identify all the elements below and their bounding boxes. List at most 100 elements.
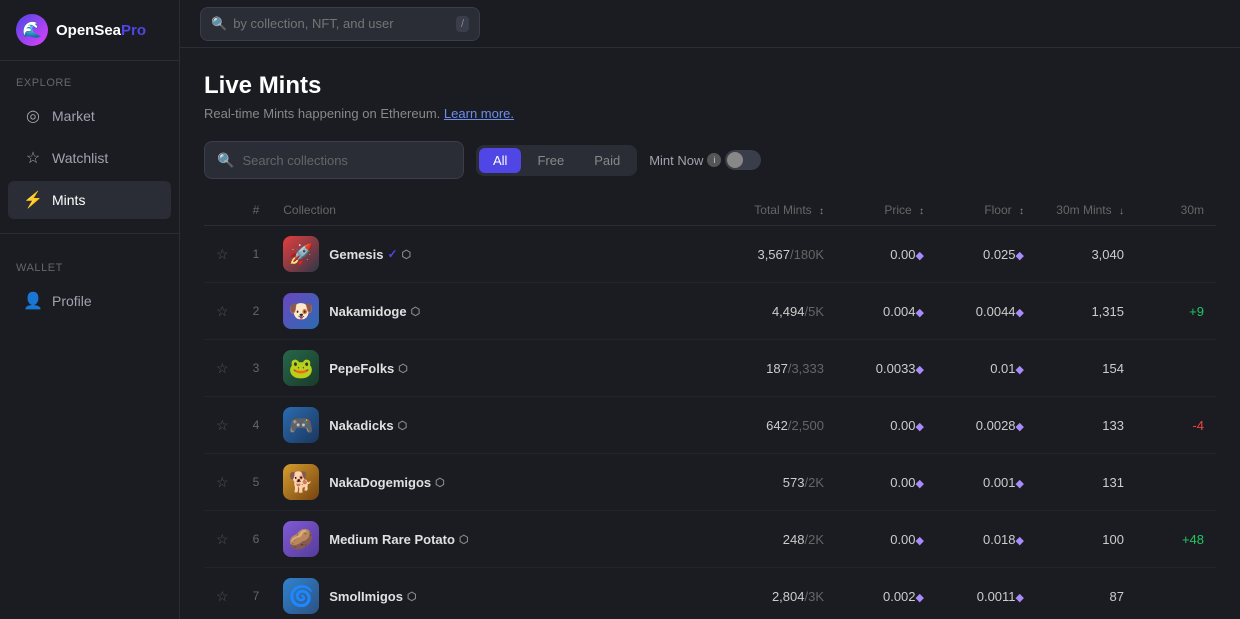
search-collections-input[interactable] xyxy=(242,153,451,168)
collection-thumb: 🥔 xyxy=(283,521,319,557)
mints-icon: ⚡ xyxy=(24,191,42,209)
logo[interactable]: 🌊 OpenSeaPro xyxy=(0,0,179,61)
collection-name[interactable]: NakaDogemigos ⬡ xyxy=(329,475,444,490)
learn-more-link[interactable]: Learn more. xyxy=(444,106,514,121)
topbar-search-box[interactable]: 🔍 / xyxy=(200,7,480,41)
mints-table-container: # Collection Total Mints ↕ Price ↕ xyxy=(204,195,1216,619)
sidebar-item-profile[interactable]: 👤 Profile xyxy=(8,282,171,320)
collection-cell: 🐶 Nakamidoge ⬡ xyxy=(271,283,706,340)
floor-cell: 0.018◆ xyxy=(936,511,1036,568)
table-row: ☆ 6 🥔 Medium Rare Potato ⬡ 248/2K 0.00◆ … xyxy=(204,511,1216,568)
table-row: ☆ 4 🎮 Nakadicks ⬡ 642/2,500 0.00◆ 0.0028… xyxy=(204,397,1216,454)
rank-cell: 2 xyxy=(241,283,272,340)
content-area: Live Mints Real-time Mints happening on … xyxy=(180,48,1240,619)
filter-tab-paid[interactable]: Paid xyxy=(580,148,634,173)
page-subtitle-text: Real-time Mints happening on Ethereum. xyxy=(204,106,440,121)
collection-name[interactable]: SmolImigos ⬡ xyxy=(329,589,416,604)
sidebar-item-watchlist[interactable]: ☆ Watchlist xyxy=(8,139,171,177)
collection-thumb: 🎮 xyxy=(283,407,319,443)
star-icon[interactable]: ☆ xyxy=(216,417,229,433)
collection-name[interactable]: Medium Rare Potato ⬡ xyxy=(329,532,468,547)
star-icon[interactable]: ☆ xyxy=(216,588,229,604)
sidebar-item-market[interactable]: ◎ Market xyxy=(8,97,171,135)
30m-mints-cell: 100 xyxy=(1036,511,1136,568)
floor-cell: 0.0011◆ xyxy=(936,568,1036,619)
filter-tab-free[interactable]: Free xyxy=(523,148,578,173)
rank-cell: 6 xyxy=(241,511,272,568)
page-subtitle: Real-time Mints happening on Ethereum. L… xyxy=(204,106,1216,121)
col-header-floor-label: Floor xyxy=(984,203,1011,217)
floor-cell: 0.0044◆ xyxy=(936,283,1036,340)
watchlist-icon: ☆ xyxy=(24,149,42,167)
sidebar-item-mints[interactable]: ⚡ Mints xyxy=(8,181,171,219)
col-header-30m-change: 30m xyxy=(1136,195,1216,226)
collection-cell: 🎮 Nakadicks ⬡ xyxy=(271,397,706,454)
rank-cell: 4 xyxy=(241,397,272,454)
col-header-total-mints-label: Total Mints xyxy=(754,203,811,217)
30m-mints-cell: 1,315 xyxy=(1036,283,1136,340)
collection-thumb: 🌀 xyxy=(283,578,319,614)
search-collections-box[interactable]: 🔍 xyxy=(204,141,464,179)
total-mints-cell: 642/2,500 xyxy=(706,397,836,454)
30m-change-cell xyxy=(1136,340,1216,397)
collection-name[interactable]: Gemesis ✓ ⬡ xyxy=(329,247,411,262)
table-row: ☆ 3 🐸 PepeFolks ⬡ 187/3,333 0.0033◆ 0.01… xyxy=(204,340,1216,397)
chain-icon: ⬡ xyxy=(435,476,445,489)
price-cell: 0.002◆ xyxy=(836,568,936,619)
col-header-collection-label: Collection xyxy=(283,203,336,217)
table-row: ☆ 1 🚀 Gemesis ✓ ⬡ 3,567/180K 0.00◆ 0.025… xyxy=(204,226,1216,283)
table-row: ☆ 2 🐶 Nakamidoge ⬡ 4,494/5K 0.004◆ 0.004… xyxy=(204,283,1216,340)
total-mints-cell: 2,804/3K xyxy=(706,568,836,619)
30m-change-cell xyxy=(1136,226,1216,283)
favorite-cell: ☆ xyxy=(204,226,241,283)
favorite-cell: ☆ xyxy=(204,283,241,340)
star-icon[interactable]: ☆ xyxy=(216,474,229,490)
col-header-total-mints[interactable]: Total Mints ↕ xyxy=(706,195,836,226)
mint-now-info-icon[interactable]: i xyxy=(707,153,721,167)
30m-mints-cell: 131 xyxy=(1036,454,1136,511)
chain-icon: ⬡ xyxy=(398,362,408,375)
star-icon[interactable]: ☆ xyxy=(216,246,229,262)
col-header-floor[interactable]: Floor ↕ xyxy=(936,195,1036,226)
star-icon[interactable]: ☆ xyxy=(216,360,229,376)
sidebar-item-label: Watchlist xyxy=(52,150,108,166)
main-area: 🔍 / Live Mints Real-time Mints happening… xyxy=(180,0,1240,619)
collection-thumb: 🚀 xyxy=(283,236,319,272)
total-mints-cell: 573/2K xyxy=(706,454,836,511)
star-icon[interactable]: ☆ xyxy=(216,531,229,547)
total-mints-cell: 187/3,333 xyxy=(706,340,836,397)
30m-mints-cell: 3,040 xyxy=(1036,226,1136,283)
price-cell: 0.0033◆ xyxy=(836,340,936,397)
topbar-search-input[interactable] xyxy=(233,16,450,31)
collection-cell: 🚀 Gemesis ✓ ⬡ xyxy=(271,226,706,283)
star-icon[interactable]: ☆ xyxy=(216,303,229,319)
col-header-30m-mints[interactable]: 30m Mints ↓ xyxy=(1036,195,1136,226)
col-header-rank: # xyxy=(241,195,272,226)
mint-now-toggle[interactable] xyxy=(725,150,761,170)
collection-name[interactable]: PepeFolks ⬡ xyxy=(329,361,408,376)
collection-name[interactable]: Nakadicks ⬡ xyxy=(329,418,407,433)
col-header-collection[interactable]: Collection xyxy=(271,195,706,226)
30m-mints-sort-arrow: ↓ xyxy=(1119,206,1124,217)
filter-tabs: All Free Paid xyxy=(476,145,637,176)
floor-cell: 0.01◆ xyxy=(936,340,1036,397)
collection-name[interactable]: Nakamidoge ⬡ xyxy=(329,304,420,319)
rank-cell: 1 xyxy=(241,226,272,283)
favorite-cell: ☆ xyxy=(204,397,241,454)
price-cell: 0.00◆ xyxy=(836,397,936,454)
total-mints-cell: 4,494/5K xyxy=(706,283,836,340)
30m-change-cell xyxy=(1136,568,1216,619)
collection-cell: 🐸 PepeFolks ⬡ xyxy=(271,340,706,397)
price-sort-arrow: ↕ xyxy=(919,206,924,217)
table-row: ☆ 5 🐕 NakaDogemigos ⬡ 573/2K 0.00◆ 0.001… xyxy=(204,454,1216,511)
sidebar-item-label: Profile xyxy=(52,293,92,309)
total-mints-cell: 248/2K xyxy=(706,511,836,568)
favorite-cell: ☆ xyxy=(204,454,241,511)
logo-icon: 🌊 xyxy=(16,14,48,46)
filter-tab-all[interactable]: All xyxy=(479,148,521,173)
col-header-price[interactable]: Price ↕ xyxy=(836,195,936,226)
favorite-cell: ☆ xyxy=(204,568,241,619)
chain-icon: ⬡ xyxy=(398,419,408,432)
30m-change-cell xyxy=(1136,454,1216,511)
floor-cell: 0.0028◆ xyxy=(936,397,1036,454)
